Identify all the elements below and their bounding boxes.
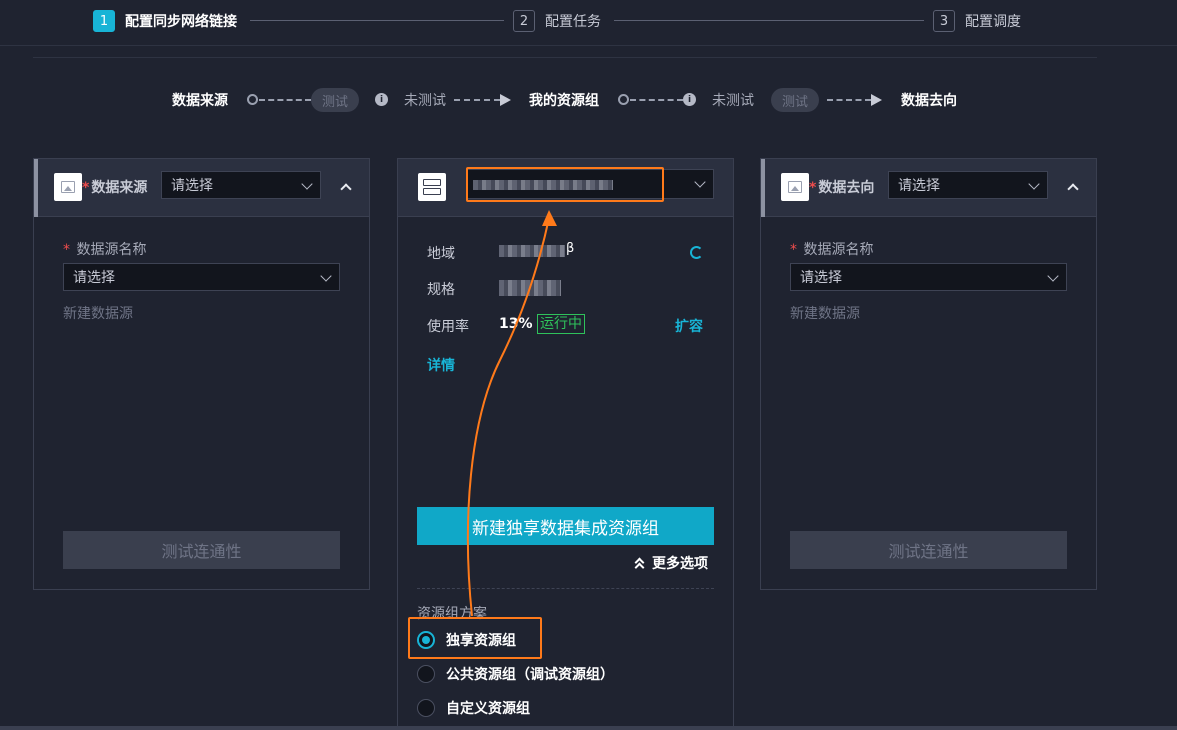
source-title: * 数据来源: [82, 180, 148, 196]
circle-icon: [247, 94, 258, 105]
usage-label: 使用率: [427, 319, 469, 335]
double-chevron-up-icon: [634, 557, 646, 573]
panel-accent-bar: [761, 159, 765, 217]
refresh-icon[interactable]: [690, 246, 703, 259]
step-1[interactable]: 1 配置同步网络链接: [93, 10, 237, 32]
image-icon: [781, 173, 809, 201]
chevron-down-icon: [320, 270, 332, 282]
panel-accent-bar: [34, 159, 38, 217]
test-source-button[interactable]: 测试: [311, 88, 359, 112]
usage-value: 13%: [499, 316, 533, 332]
step-3[interactable]: 3 配置调度: [933, 10, 1021, 32]
more-options-label: 更多选项: [652, 556, 708, 572]
flow-untested-label: 未测试: [404, 93, 446, 109]
server-icon: [418, 173, 446, 201]
source-name-value: 请选择: [73, 270, 115, 286]
chevron-down-icon: [694, 176, 706, 188]
highlight-box: [408, 617, 542, 659]
source-type-select[interactable]: 请选择: [161, 171, 321, 199]
source-name-select[interactable]: 请选择: [63, 263, 340, 291]
flow-target-label: 数据去向: [901, 93, 957, 109]
dashed-line: [827, 99, 871, 101]
target-panel: * 数据去向 请选择 * 数据源名称 请选择 新建数据源 测试连通性: [760, 158, 1097, 590]
image-icon: [54, 173, 82, 201]
more-options-toggle[interactable]: 更多选项: [634, 553, 708, 573]
step-3-number: 3: [933, 10, 955, 32]
step-bar: 1 配置同步网络链接 2 配置任务 3 配置调度: [0, 0, 1177, 46]
target-type-select[interactable]: 请选择: [888, 171, 1048, 199]
step-connector: [614, 20, 924, 21]
step-1-label: 配置同步网络链接: [125, 14, 237, 30]
dashed-line: [454, 99, 500, 101]
collapse-icon[interactable]: [1067, 183, 1079, 195]
redacted-region: [499, 245, 565, 257]
target-panel-header: * 数据去向 请选择: [761, 159, 1096, 217]
expand-link[interactable]: 扩容: [675, 316, 703, 336]
flow-untested-label: 未测试: [712, 93, 754, 109]
source-name-label: * 数据源名称: [63, 242, 147, 258]
target-type-value: 请选择: [898, 178, 940, 194]
status-badge: 运行中: [537, 314, 585, 334]
new-source-link[interactable]: 新建数据源: [63, 303, 133, 323]
step-3-label: 配置调度: [965, 14, 1021, 30]
radio-label: 公共资源组（调试资源组）: [446, 667, 614, 683]
new-target-link[interactable]: 新建数据源: [790, 303, 860, 323]
target-name-label: * 数据源名称: [790, 242, 874, 258]
dashed-divider: [417, 588, 714, 589]
radio-button[interactable]: [417, 699, 435, 717]
test-connectivity-button[interactable]: 测试连通性: [63, 531, 340, 569]
test-connectivity-button[interactable]: 测试连通性: [790, 531, 1067, 569]
source-panel: * 数据来源 请选择 * 数据源名称 请选择 新建数据源 测试连通性: [33, 158, 370, 590]
spec-label: 规格: [427, 282, 455, 298]
step-2-label: 配置任务: [545, 14, 601, 30]
chevron-down-icon: [1028, 178, 1040, 190]
flow-resource-group-label: 我的资源组: [529, 93, 599, 109]
step-1-number: 1: [93, 10, 115, 32]
create-resource-group-button[interactable]: 新建独享数据集成资源组: [417, 507, 714, 545]
chevron-down-icon: [1047, 270, 1059, 282]
test-target-button[interactable]: 测试: [771, 88, 819, 112]
arrow-right-icon: [871, 94, 882, 106]
radio-public[interactable]: 公共资源组（调试资源组）: [417, 664, 614, 684]
highlight-box: [466, 167, 664, 202]
redacted-spec: [499, 280, 561, 296]
details-link[interactable]: 详情: [427, 355, 455, 375]
info-icon: i: [375, 93, 388, 106]
step-2[interactable]: 2 配置任务: [513, 10, 601, 32]
radio-button[interactable]: [417, 665, 435, 683]
dashed-line: [630, 99, 683, 101]
radio-custom[interactable]: 自定义资源组: [417, 698, 530, 718]
dashed-line: [259, 99, 311, 101]
target-name-select[interactable]: 请选择: [790, 263, 1067, 291]
scrollbar-track[interactable]: [0, 726, 1177, 730]
flow-source-label: 数据来源: [172, 93, 228, 109]
region-suffix: β: [566, 241, 575, 256]
info-icon: i: [683, 93, 696, 106]
target-name-value: 请选择: [800, 270, 842, 286]
divider: [33, 57, 1097, 58]
region-label: 地域: [427, 246, 455, 262]
source-type-value: 请选择: [171, 178, 213, 194]
chevron-down-icon: [301, 178, 313, 190]
collapse-icon[interactable]: [340, 183, 352, 195]
step-2-number: 2: [513, 10, 535, 32]
radio-label: 自定义资源组: [446, 701, 530, 717]
arrow-right-icon: [500, 94, 511, 106]
source-panel-header: * 数据来源 请选择: [34, 159, 369, 217]
circle-icon: [618, 94, 629, 105]
target-title: * 数据去向: [809, 180, 875, 196]
step-connector: [250, 20, 504, 21]
